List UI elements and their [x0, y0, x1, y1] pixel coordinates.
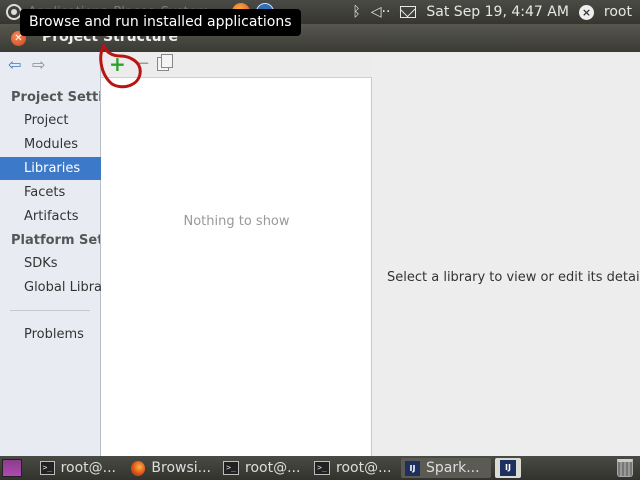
intellij-icon: IJ — [500, 460, 516, 476]
firefox-icon — [131, 460, 146, 476]
nav-item-facets[interactable]: Facets — [0, 181, 101, 204]
user-name[interactable]: root — [604, 4, 632, 20]
taskbar-item-label: Browsi... — [151, 460, 211, 476]
section-project-settings: Project Settings — [11, 90, 100, 105]
intellij-launcher[interactable]: IJ — [495, 458, 521, 478]
terminal-icon: >_ — [314, 461, 330, 475]
taskbar-item-label: Spark... — [426, 460, 480, 476]
intellij-icon: IJ — [405, 460, 420, 476]
taskbar-item-terminal-1[interactable]: >_ root@... — [36, 458, 120, 478]
nav-item-sdks[interactable]: SDKs — [0, 252, 101, 275]
taskbar-item-label: root@... — [245, 460, 301, 476]
taskbar-item-terminal-3[interactable]: >_ root@... — [310, 458, 396, 478]
taskbar-item-label: root@... — [60, 460, 116, 476]
desktop: Applications Places System ᛒ ◁·· Sat Sep… — [0, 0, 640, 480]
terminal-icon: >_ — [223, 461, 239, 475]
forward-arrow-icon[interactable]: ⇨ — [32, 57, 45, 73]
taskbar-item-label: root@... — [336, 460, 392, 476]
details-placeholder: Select a library to view or edit its det… — [387, 270, 640, 285]
annotation-circle-icon — [99, 42, 142, 89]
copy-library-icon[interactable] — [157, 54, 173, 71]
nav-item-problems[interactable]: Problems — [0, 323, 101, 346]
nav-item-global-libraries[interactable]: Global Libraries — [0, 276, 101, 299]
bluetooth-icon[interactable]: ᛒ — [352, 4, 360, 20]
settings-nav: ⇦ ⇨ Project Settings Project Modules Lib… — [0, 52, 101, 456]
section-platform-settings: Platform Settings — [11, 233, 100, 248]
taskbar-item-terminal-2[interactable]: >_ root@... — [219, 458, 305, 478]
taskbar: >_ root@... Browsi... >_ root@... >_ roo… — [0, 456, 640, 480]
empty-list-message: Nothing to show — [183, 214, 290, 229]
nav-item-project[interactable]: Project — [0, 109, 101, 132]
taskbar-item-intellij[interactable]: IJ Spark... — [401, 458, 491, 478]
show-desktop-icon[interactable] — [2, 459, 22, 477]
library-details-pane: Select a library to view or edit its det… — [373, 52, 640, 456]
nav-item-artifacts[interactable]: Artifacts — [0, 205, 101, 228]
clock[interactable]: Sat Sep 19, 4:47 AM — [426, 4, 569, 20]
nav-item-modules[interactable]: Modules — [0, 133, 101, 156]
nav-toolbar: ⇦ ⇨ — [0, 52, 101, 78]
trash-icon[interactable] — [617, 459, 633, 477]
nav-divider — [10, 310, 90, 311]
terminal-icon: >_ — [40, 461, 55, 475]
system-tray: ᛒ ◁·· Sat Sep 19, 4:47 AM × root — [352, 3, 632, 21]
user-icon[interactable]: × — [578, 4, 594, 20]
nav-item-libraries[interactable]: Libraries — [0, 157, 101, 180]
mail-icon[interactable] — [400, 6, 417, 18]
project-structure-window: ⇦ ⇨ Project Settings Project Modules Lib… — [0, 52, 640, 456]
tooltip: Browse and run installed applications — [20, 9, 301, 36]
taskbar-item-browser[interactable]: Browsi... — [127, 458, 215, 478]
back-arrow-icon[interactable]: ⇦ — [8, 57, 21, 73]
volume-icon[interactable]: ◁·· — [371, 4, 391, 20]
library-list-pane: + − Nothing to show — [101, 52, 372, 456]
